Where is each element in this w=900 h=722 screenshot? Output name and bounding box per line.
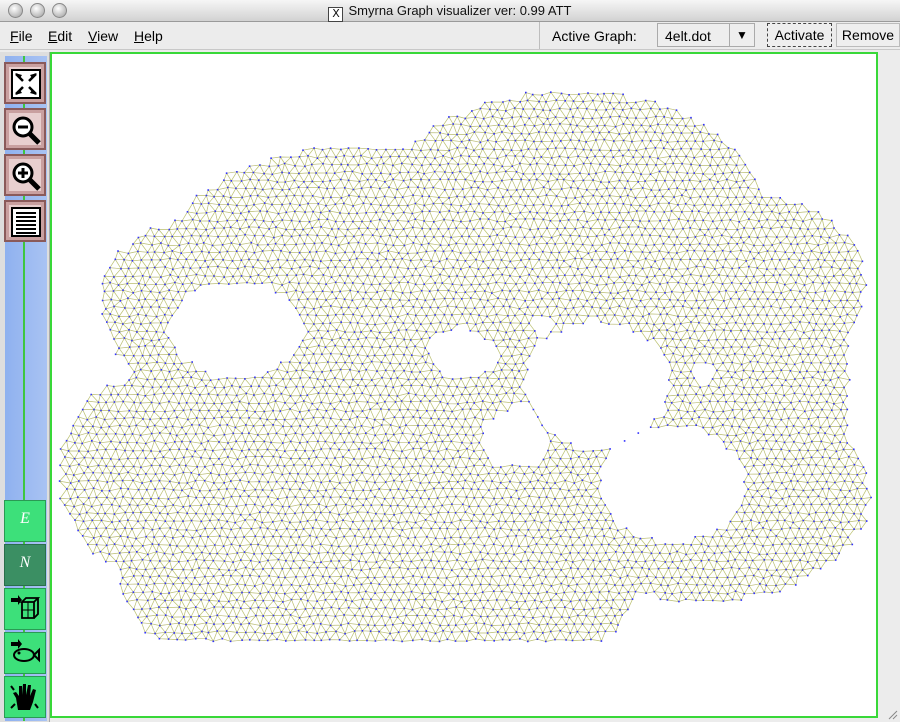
- graph-edges-overlay: [59, 92, 872, 642]
- node-mode-button[interactable]: N: [4, 544, 46, 586]
- active-graph-select[interactable]: 4elt.dot ▼: [657, 23, 755, 47]
- zoom-out-icon: [12, 116, 41, 145]
- edge-mode-button[interactable]: E: [4, 500, 46, 542]
- activate-button[interactable]: Activate: [767, 23, 832, 47]
- menu-file[interactable]: File: [10, 28, 33, 44]
- fit-to-window-icon: [11, 69, 41, 99]
- fisheye-icon: [11, 639, 40, 663]
- graph-nodes: [58, 91, 872, 643]
- menu-edit[interactable]: Edit: [48, 28, 72, 44]
- menu-view[interactable]: View: [88, 28, 118, 44]
- active-graph-value: 4elt.dot: [665, 28, 711, 44]
- remove-button[interactable]: Remove: [836, 23, 900, 47]
- pan-hand-icon: [10, 684, 39, 710]
- pan-button[interactable]: [4, 676, 46, 718]
- resize-grip-icon[interactable]: [886, 708, 898, 720]
- 3d-view-icon: [11, 595, 40, 619]
- attributes-button[interactable]: [4, 200, 46, 242]
- side-toolbar: E N: [0, 52, 50, 722]
- active-graph-label: Active Graph:: [552, 28, 637, 44]
- attributes-list-icon: [11, 207, 41, 237]
- graph-canvas[interactable]: [50, 52, 878, 718]
- zoom-in-icon: [12, 162, 41, 191]
- graph-drawing: [58, 91, 872, 643]
- x11-icon: X: [328, 7, 344, 22]
- fit-to-window-button[interactable]: [4, 62, 46, 104]
- zoom-in-button[interactable]: [4, 154, 46, 196]
- menu-bar: File Edit View Help Active Graph: 4elt.d…: [0, 22, 900, 50]
- graph-toolbar: Active Graph: 4elt.dot ▼ Activate Remove: [539, 22, 900, 49]
- 3d-view-button[interactable]: [4, 588, 46, 630]
- title-bar: X Smyrna Graph visualizer ver: 0.99 ATT: [0, 0, 900, 22]
- menu-help[interactable]: Help: [134, 28, 163, 44]
- fisheye-button[interactable]: [4, 632, 46, 674]
- chevron-down-icon[interactable]: ▼: [729, 24, 754, 46]
- window-title: Smyrna Graph visualizer ver: 0.99 ATT: [348, 3, 572, 18]
- zoom-out-button[interactable]: [4, 108, 46, 150]
- graph-edges: [59, 91, 872, 642]
